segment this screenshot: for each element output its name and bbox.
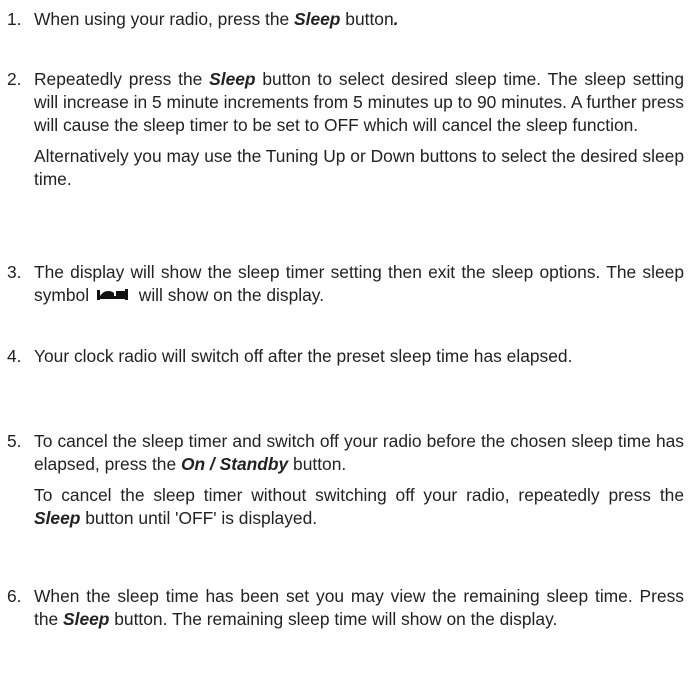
- step-text: To cancel the sleep timer and switch off…: [34, 431, 684, 474]
- step-number: 5.: [7, 431, 22, 451]
- step-number: 4.: [7, 346, 22, 366]
- step-text: button. The remaining sleep time will sh…: [109, 609, 558, 629]
- step-text: The display will show the sleep timer se…: [34, 262, 684, 305]
- step-body: When using your radio, press the Sleep b…: [34, 8, 684, 31]
- step-body: To cancel the sleep timer and switch off…: [34, 430, 684, 530]
- step-text: button until 'OFF' is displayed.: [80, 508, 318, 528]
- step-paragraph: To cancel the sleep timer without switch…: [34, 484, 684, 530]
- step-text: button: [340, 9, 394, 29]
- sleep-button-label: Sleep: [209, 69, 256, 89]
- step-text: will show on the display.: [133, 285, 325, 305]
- sleep-symbol-icon: [96, 288, 128, 300]
- step-body: The display will show the sleep timer se…: [34, 261, 684, 307]
- step-text-period: .: [393, 9, 399, 29]
- instruction-page: 1. When using your radio, press the Slee…: [0, 0, 690, 682]
- step-number: 2.: [7, 69, 22, 89]
- sleep-button-label: Sleep: [34, 508, 81, 528]
- step-text: Your clock radio will switch off after t…: [34, 346, 573, 366]
- step-body: Repeatedly press the Sleep button to sel…: [34, 68, 684, 191]
- step-paragraph: To cancel the sleep timer and switch off…: [34, 430, 684, 476]
- step-body: When the sleep time has been set you may…: [34, 585, 684, 631]
- step-paragraph: When using your radio, press the Sleep b…: [34, 8, 684, 31]
- step-text: When using your radio, press the: [34, 9, 295, 29]
- step-number: 1.: [7, 9, 22, 29]
- step-number: 3.: [7, 262, 22, 282]
- step-paragraph: Your clock radio will switch off after t…: [34, 345, 684, 368]
- step-number: 6.: [7, 586, 22, 606]
- step-paragraph: Alternatively you may use the Tuning Up …: [34, 145, 684, 191]
- step-text: button.: [288, 454, 347, 474]
- step-paragraph: When the sleep time has been set you may…: [34, 585, 684, 631]
- sleep-button-label: Sleep: [63, 609, 110, 629]
- step-text: Alternatively you may use the Tuning Up …: [34, 146, 684, 189]
- step-paragraph: Repeatedly press the Sleep button to sel…: [34, 68, 684, 137]
- on-standby-button-label: On / Standby: [180, 454, 289, 474]
- sleep-button-label: Sleep: [294, 9, 341, 29]
- step-text: To cancel the sleep timer without switch…: [34, 485, 684, 505]
- step-paragraph: The display will show the sleep timer se…: [34, 261, 684, 307]
- step-text: Repeatedly press the: [34, 69, 210, 89]
- step-body: Your clock radio will switch off after t…: [34, 345, 684, 368]
